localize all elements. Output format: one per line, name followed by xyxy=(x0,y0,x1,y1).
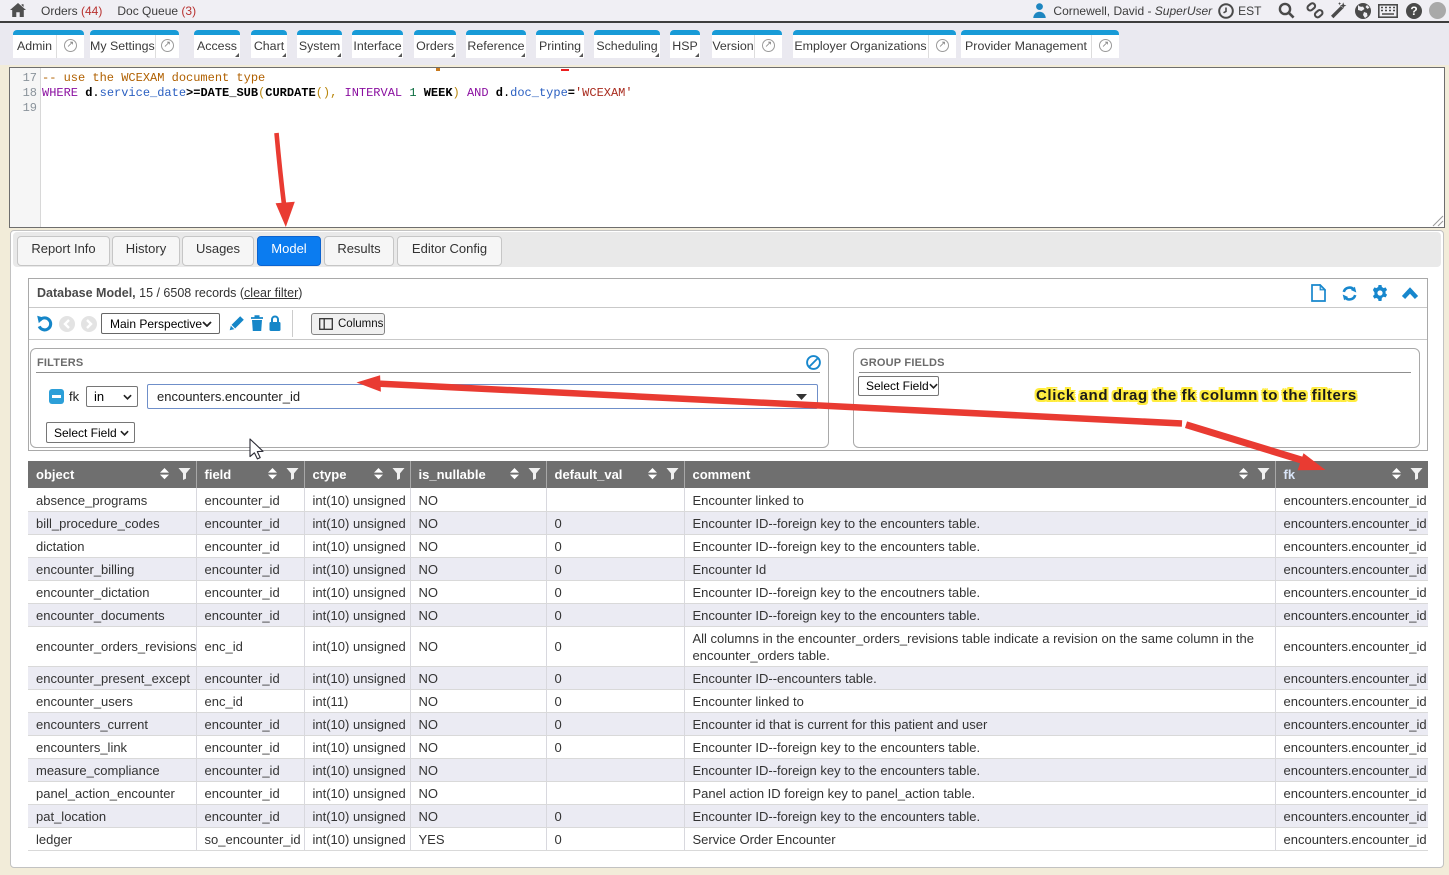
svg-text:?: ? xyxy=(1410,4,1417,18)
